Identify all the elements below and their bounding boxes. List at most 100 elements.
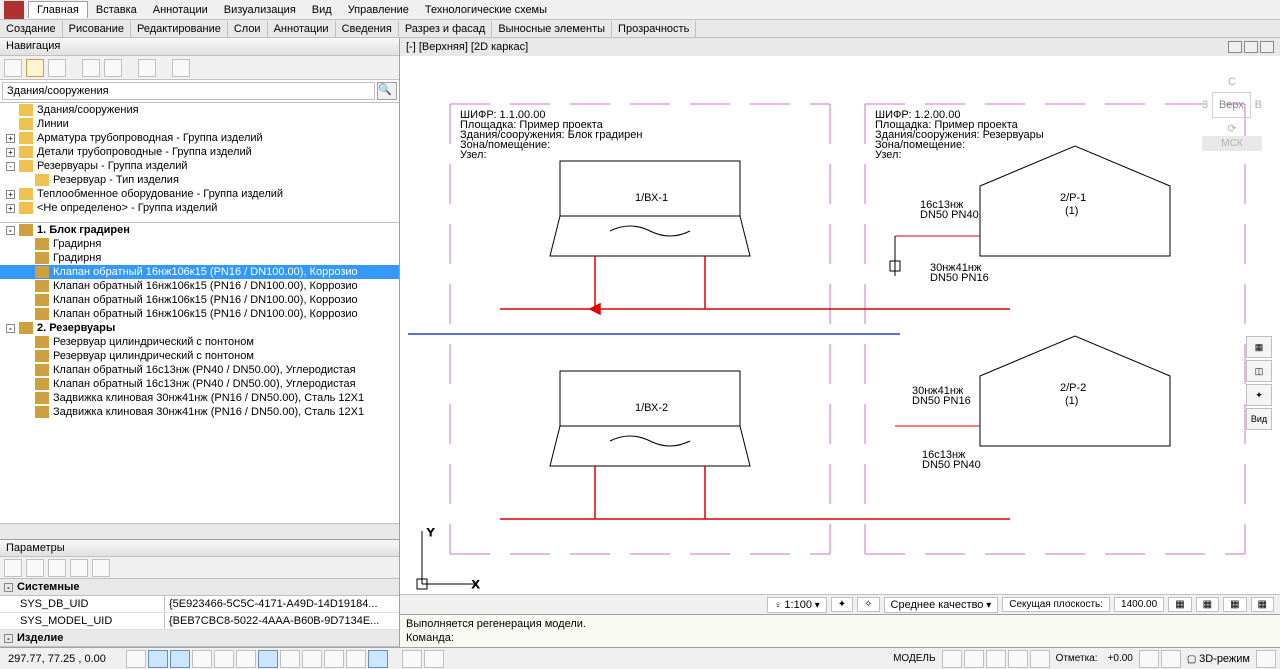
- vp-tool-icon[interactable]: ✦: [831, 597, 853, 612]
- tree-item[interactable]: Клапан обратный 16нж106к15 (PN16 / DN100…: [0, 293, 399, 307]
- maximize-icon[interactable]: [1244, 41, 1258, 53]
- ribbon-panel[interactable]: Сведения: [336, 21, 399, 37]
- menu-item[interactable]: Вставка: [88, 2, 145, 18]
- params-tool-icon[interactable]: [70, 559, 88, 577]
- params-tool-icon[interactable]: [4, 559, 22, 577]
- ribbon-panel[interactable]: Разрез и фасад: [399, 21, 493, 37]
- viewcube-coord-system[interactable]: МСК: [1202, 136, 1262, 151]
- drawing-canvas[interactable]: ШИФР: 1.1.00.00 Площадка: Пример проекта…: [400, 56, 1280, 594]
- cmd-prompt[interactable]: Команда:: [406, 631, 1274, 645]
- tree-hscrollbar[interactable]: [0, 523, 399, 539]
- status-toggle-icon[interactable]: [258, 650, 278, 668]
- nav-tool-icon[interactable]: [48, 59, 66, 77]
- tree-item[interactable]: +Детали трубопроводные - Группа изделий: [0, 145, 399, 159]
- status-tool-icon[interactable]: [1008, 650, 1028, 668]
- tree-item[interactable]: Резервуар - Тип изделия: [0, 173, 399, 187]
- status-toggle-icon[interactable]: [236, 650, 256, 668]
- nav-tool-icon[interactable]: [82, 59, 100, 77]
- status-tool-icon[interactable]: [1030, 650, 1050, 668]
- status-tool-icon[interactable]: [964, 650, 984, 668]
- params-tool-icon[interactable]: [48, 559, 66, 577]
- menu-item[interactable]: Вид: [304, 2, 340, 18]
- tree-item[interactable]: Здания/сооружения: [0, 103, 399, 117]
- status-tool-icon[interactable]: [942, 650, 962, 668]
- search-icon[interactable]: 🔍: [377, 82, 397, 100]
- tree-item[interactable]: -1. Блок градирен: [0, 223, 399, 237]
- ribbon-panel[interactable]: Слои: [228, 21, 268, 37]
- ribbon-panel[interactable]: Редактирование: [131, 21, 228, 37]
- tree-item[interactable]: +<Не определено> - Группа изделий: [0, 201, 399, 215]
- nav-tool-icon[interactable]: [26, 59, 44, 77]
- menu-item[interactable]: Главная: [28, 1, 88, 18]
- nav-search-input[interactable]: [2, 82, 375, 100]
- tree-item[interactable]: Клапан обратный 16с13нж (PN40 / DN50.00)…: [0, 377, 399, 391]
- nav-tool-icon[interactable]: [138, 59, 156, 77]
- tree-item[interactable]: Задвижка клиновая 30нж41нж (PN16 / DN50.…: [0, 405, 399, 419]
- param-row[interactable]: SYS_MODEL_UID{BEB7CBC8-5022-4AAA-B60B-9D…: [0, 613, 399, 630]
- elevation-value[interactable]: +0.00: [1104, 653, 1137, 664]
- param-row[interactable]: SYS_DB_UID{5E923466-5C5C-4171-A49D-14D19…: [0, 596, 399, 613]
- view-label[interactable]: Вид: [1246, 408, 1272, 430]
- tree-item[interactable]: +Теплообменное оборудование - Группа изд…: [0, 187, 399, 201]
- tree-item[interactable]: Задвижка клиновая 30нж41нж (PN16 / DN50.…: [0, 391, 399, 405]
- mode-label[interactable]: ▢ 3D-режим: [1183, 653, 1254, 665]
- menu-item[interactable]: Управление: [340, 2, 417, 18]
- param-group-header[interactable]: -Изделие: [0, 630, 399, 647]
- quality-dropdown[interactable]: Среднее качество ▾: [884, 597, 999, 613]
- status-toggle-icon[interactable]: [214, 650, 234, 668]
- tree-item[interactable]: Клапан обратный 16нж106к15 (PN16 / DN100…: [0, 279, 399, 293]
- tree-item[interactable]: Линии: [0, 117, 399, 131]
- model-space-label[interactable]: МОДЕЛЬ: [889, 653, 939, 664]
- status-tool-icon[interactable]: [1139, 650, 1159, 668]
- status-toggle-icon[interactable]: [302, 650, 322, 668]
- nav-tool-icon[interactable]: [104, 59, 122, 77]
- status-toggle-icon[interactable]: [402, 650, 422, 668]
- tree-item[interactable]: Резервуар цилиндрический с понтоном: [0, 335, 399, 349]
- param-group-header[interactable]: -Системные: [0, 579, 399, 596]
- minimize-icon[interactable]: [1228, 41, 1242, 53]
- vp-tool-icon[interactable]: ✧: [857, 597, 879, 612]
- tree-item[interactable]: -2. Резервуары: [0, 321, 399, 335]
- menu-item[interactable]: Аннотации: [145, 2, 216, 18]
- params-grid[interactable]: -СистемныеSYS_DB_UID{5E923466-5C5C-4171-…: [0, 579, 399, 647]
- vp-tool-icon[interactable]: ▦: [1223, 597, 1246, 612]
- nav-tool-icon[interactable]: [4, 59, 22, 77]
- viewcube[interactable]: С 3 Верх В ⟳ МСК: [1202, 76, 1262, 151]
- status-tool-icon[interactable]: [1256, 650, 1276, 668]
- tree-item[interactable]: Клапан обратный 16с13нж (PN40 / DN50.00)…: [0, 363, 399, 377]
- status-toggle-icon[interactable]: [192, 650, 212, 668]
- lower-tree[interactable]: -1. Блок градиренГрадирняГрадирняКлапан …: [0, 223, 399, 523]
- menu-item[interactable]: Технологические схемы: [417, 2, 555, 18]
- command-line[interactable]: Выполняется регенерация модели. Команда:: [400, 614, 1280, 647]
- tree-item[interactable]: Клапан обратный 16нж106к15 (PN16 / DN100…: [0, 265, 399, 279]
- tree-item[interactable]: Резервуар цилиндрический с понтоном: [0, 349, 399, 363]
- status-toggle-icon[interactable]: [148, 650, 168, 668]
- vp-tool-icon[interactable]: ▦: [1168, 597, 1191, 612]
- status-tool-icon[interactable]: [986, 650, 1006, 668]
- status-toggle-icon[interactable]: [368, 650, 388, 668]
- viewcube-top-face[interactable]: Верх: [1212, 92, 1251, 118]
- status-toggle-icon[interactable]: [324, 650, 344, 668]
- status-tool-icon[interactable]: [1161, 650, 1181, 668]
- status-toggle-icon[interactable]: [126, 650, 146, 668]
- view-tool-icon[interactable]: ◫: [1246, 360, 1272, 382]
- ribbon-panel[interactable]: Создание: [0, 21, 63, 37]
- tree-item[interactable]: -Резервуары - Группа изделий: [0, 159, 399, 173]
- menu-item[interactable]: Визуализация: [216, 2, 304, 18]
- params-tool-icon[interactable]: [92, 559, 110, 577]
- status-toggle-icon[interactable]: [424, 650, 444, 668]
- status-toggle-icon[interactable]: [280, 650, 300, 668]
- tree-item[interactable]: Клапан обратный 16нж106к15 (PN16 / DN100…: [0, 307, 399, 321]
- ribbon-panel[interactable]: Прозрачность: [612, 21, 696, 37]
- tree-item[interactable]: Градирня: [0, 251, 399, 265]
- scale-dropdown[interactable]: ♀ 1:100 ▾: [767, 597, 827, 613]
- tree-item[interactable]: Градирня: [0, 237, 399, 251]
- status-toggle-icon[interactable]: [170, 650, 190, 668]
- view-tool-icon[interactable]: ▦: [1246, 336, 1272, 358]
- view-tool-icon[interactable]: ✦: [1246, 384, 1272, 406]
- ribbon-panel[interactable]: Выносные элементы: [492, 21, 612, 37]
- params-tool-icon[interactable]: [26, 559, 44, 577]
- ribbon-panel[interactable]: Рисование: [63, 21, 131, 37]
- close-icon[interactable]: [1260, 41, 1274, 53]
- vp-tool-icon[interactable]: ▦: [1196, 597, 1219, 612]
